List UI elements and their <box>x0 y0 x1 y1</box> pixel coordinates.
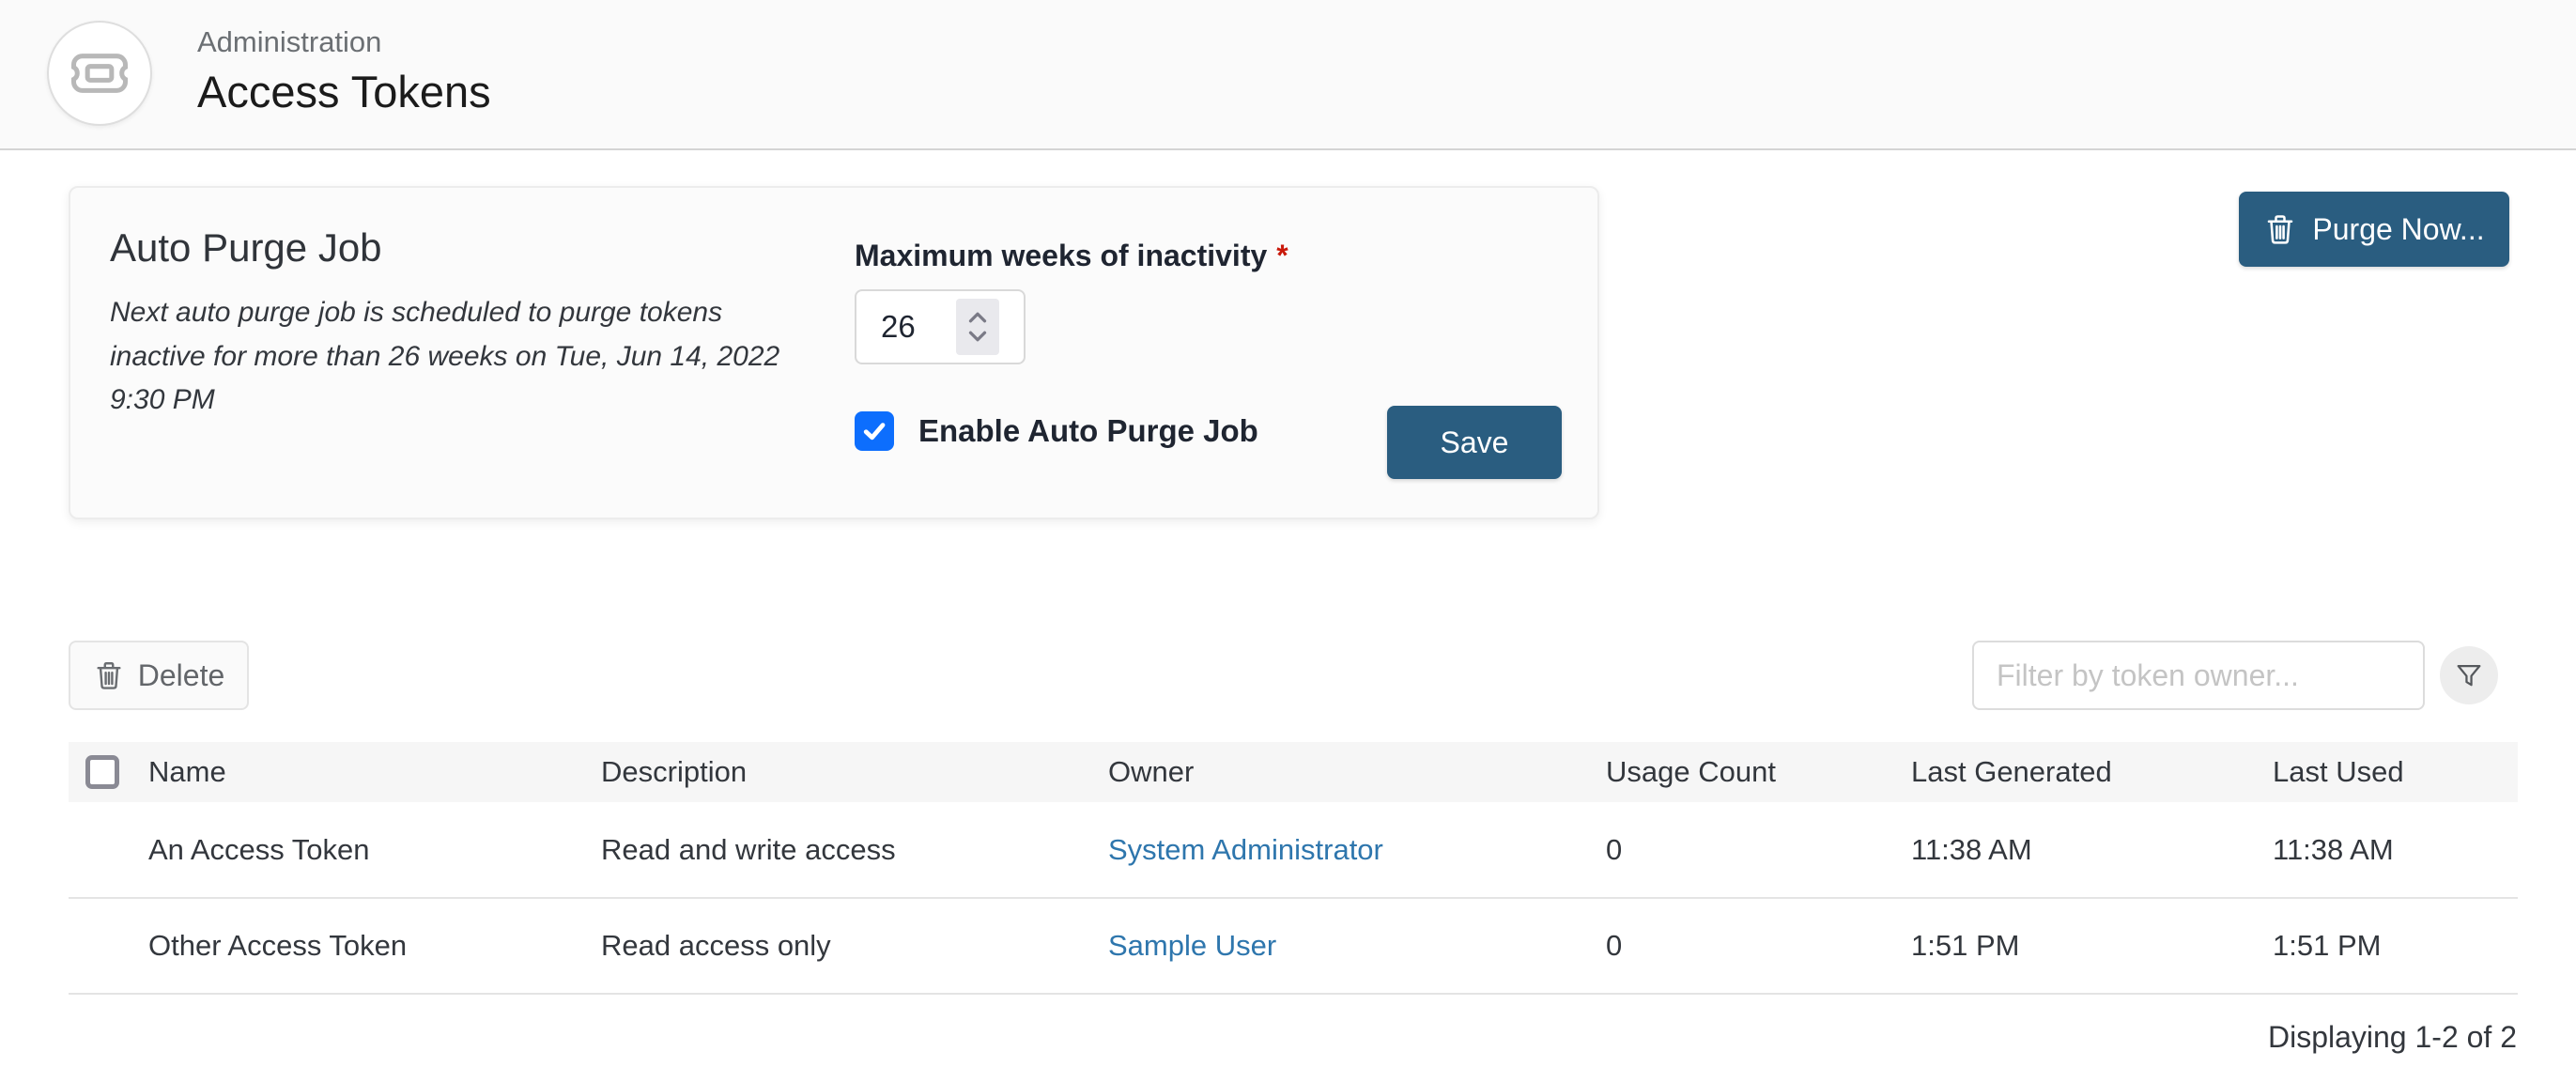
card-description: Next auto purge job is scheduled to purg… <box>110 291 791 423</box>
table-header-row: Name Description Owner Usage Count Last … <box>69 742 2518 802</box>
filter-button[interactable] <box>2440 646 2498 704</box>
trash-icon <box>2263 210 2297 248</box>
table-row[interactable]: An Access Token Read and write access Sy… <box>69 802 2518 898</box>
page-title: Access Tokens <box>197 65 491 120</box>
filter-input[interactable] <box>1972 641 2425 710</box>
tokens-table: Name Description Owner Usage Count Last … <box>69 742 2518 995</box>
feature-badge <box>47 21 152 126</box>
number-stepper[interactable] <box>956 299 999 355</box>
purge-now-label: Purge Now... <box>2312 212 2484 247</box>
cell-last-used: 1:51 PM <box>2273 898 2518 994</box>
cell-last-generated: 1:51 PM <box>1911 898 2273 994</box>
column-header-description[interactable]: Description <box>601 742 1108 802</box>
weeks-field-label: Maximum weeks of inactivity * <box>855 239 1288 273</box>
page-header: Administration Access Tokens <box>0 0 2576 150</box>
cell-name: Other Access Token <box>148 898 601 994</box>
select-all-checkbox[interactable] <box>85 755 119 789</box>
column-header-usage-count[interactable]: Usage Count <box>1606 742 1911 802</box>
delete-label: Delete <box>138 658 225 693</box>
breadcrumb: Administration <box>197 24 491 61</box>
purge-now-button[interactable]: Purge Now... <box>2239 192 2509 267</box>
funnel-icon <box>2453 659 2485 691</box>
trash-icon <box>93 657 125 693</box>
owner-link[interactable]: Sample User <box>1108 929 1276 962</box>
auto-purge-card: Auto Purge Job Next auto purge job is sc… <box>69 186 1599 519</box>
enable-auto-purge-label: Enable Auto Purge Job <box>918 413 1258 449</box>
cell-usage-count: 0 <box>1606 802 1911 898</box>
weeks-label-text: Maximum weeks of inactivity <box>855 239 1267 272</box>
card-title: Auto Purge Job <box>110 225 382 271</box>
enable-auto-purge-row: Enable Auto Purge Job <box>855 411 1258 451</box>
cell-last-generated: 11:38 AM <box>1911 802 2273 898</box>
chevron-down-icon[interactable] <box>967 331 988 342</box>
enable-auto-purge-checkbox[interactable] <box>855 411 894 451</box>
cell-description: Read and write access <box>601 802 1108 898</box>
ticket-icon <box>69 51 131 96</box>
pagination-status: Displaying 1-2 of 2 <box>2268 1020 2517 1055</box>
check-icon <box>861 418 887 444</box>
column-header-owner[interactable]: Owner <box>1108 742 1606 802</box>
cell-description: Read access only <box>601 898 1108 994</box>
save-button[interactable]: Save <box>1387 406 1562 479</box>
owner-link[interactable]: System Administrator <box>1108 833 1383 866</box>
cell-name: An Access Token <box>148 802 601 898</box>
access-tokens-page: Administration Access Tokens Purge Now..… <box>0 0 2576 1067</box>
weeks-input-wrap <box>855 289 1026 364</box>
table-row[interactable]: Other Access Token Read access only Samp… <box>69 898 2518 994</box>
column-header-name[interactable]: Name <box>148 742 601 802</box>
save-label: Save <box>1441 425 1509 460</box>
cell-last-used: 11:38 AM <box>2273 802 2518 898</box>
chevron-up-icon[interactable] <box>967 312 988 323</box>
header-titles: Administration Access Tokens <box>197 24 491 120</box>
delete-button[interactable]: Delete <box>69 641 249 710</box>
column-header-last-used[interactable]: Last Used <box>2273 742 2518 802</box>
column-header-last-generated[interactable]: Last Generated <box>1911 742 2273 802</box>
cell-usage-count: 0 <box>1606 898 1911 994</box>
required-marker: * <box>1276 239 1288 272</box>
weeks-input[interactable] <box>856 309 943 345</box>
